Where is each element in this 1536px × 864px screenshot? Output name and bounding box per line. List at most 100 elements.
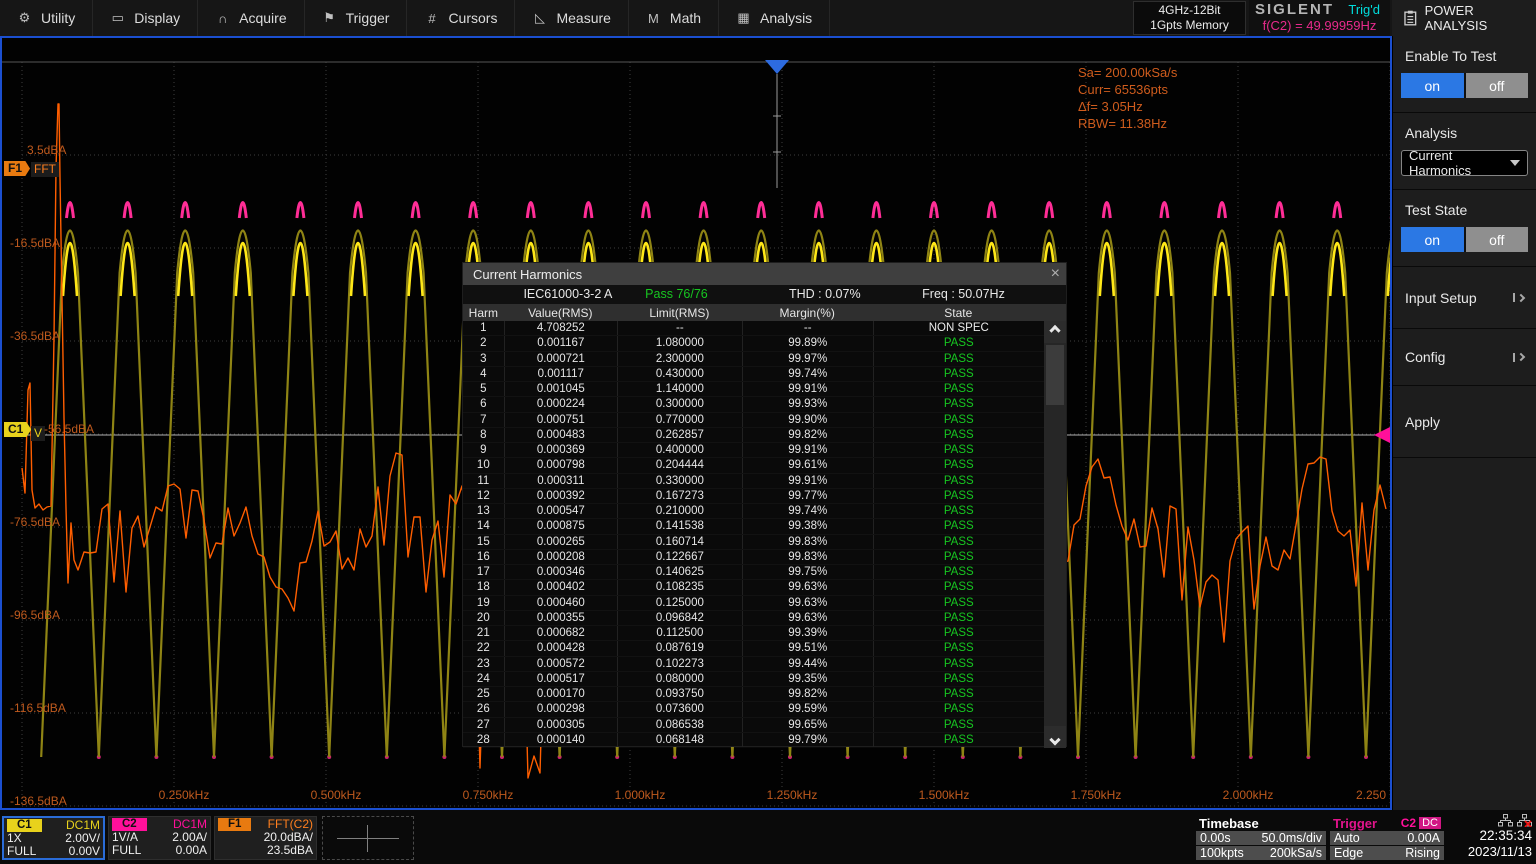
table-row: 240.0005170.08000099.35%PASS <box>463 672 1066 687</box>
menu-item-label: Utility <box>41 10 75 26</box>
brand-block: SIGLENT Trig'd f(C2) = 49.99959Hz <box>1249 0 1390 36</box>
c1-offset: 0.00V <box>69 845 100 858</box>
trigger-coupling-badge: DC <box>1419 817 1441 829</box>
measure-icon: ◺ <box>532 10 547 26</box>
harmonics-window-title: Current Harmonics <box>473 267 582 282</box>
input-setup-button[interactable]: Input Setup <box>1393 267 1536 329</box>
c2-bandwidth: FULL <box>112 844 141 857</box>
table-row: 40.0011170.43000099.74%PASS <box>463 367 1066 382</box>
c1-channel-badge[interactable]: C1 <box>4 422 31 437</box>
trigger-box[interactable]: Trigger C2 DC Auto0.00A EdgeRising <box>1330 816 1444 860</box>
menu-item-utility[interactable]: ⚙Utility <box>0 0 93 36</box>
channel-c2-box[interactable]: C2DC1M 1V/A2.00A/ FULL0.00A <box>108 816 211 860</box>
add-channel-slot[interactable] <box>322 816 414 860</box>
column-header-harm: Harm <box>463 304 504 321</box>
x-axis-label: 0.500kHz <box>311 788 362 802</box>
config-label: Config <box>1405 349 1445 365</box>
menu-item-math[interactable]: M Math <box>629 0 719 36</box>
trigger-slope: Rising <box>1405 846 1440 860</box>
table-row: 230.0005720.10227399.44%PASS <box>463 657 1066 672</box>
table-row: 250.0001700.09375099.82%PASS <box>463 687 1066 702</box>
x-axis-label: 1.250kHz <box>767 788 818 802</box>
table-row: 210.0006820.11250099.39%PASS <box>463 626 1066 641</box>
close-icon[interactable]: × <box>1051 264 1060 284</box>
fft-info-line: Curr= 65536pts <box>1078 81 1177 98</box>
x-axis-label: 1.500kHz <box>919 788 970 802</box>
f1-fft-label: FFT <box>31 162 59 177</box>
acquire-icon: ∩ <box>215 11 230 26</box>
test-state-on-button[interactable]: on <box>1401 227 1464 252</box>
enable-on-button[interactable]: on <box>1401 73 1464 98</box>
bottom-status-bar: C1DC1M 1X2.00V/ FULL0.00V C2 DC1M 1V/A 2.0… <box>0 810 1536 864</box>
config-button[interactable]: Config <box>1393 329 1536 386</box>
y-axis-label: -116.5dBA <box>10 701 66 715</box>
column-header-valuerms: Value(RMS) <box>504 304 617 321</box>
harmonics-summary-row: IEC61000-3-2 A Pass 76/76 THD : 0.07% Fr… <box>463 285 1066 304</box>
fft-info-line: RBW= 11.38Hz <box>1078 115 1177 132</box>
scrollbar-thumb[interactable] <box>1046 345 1064 405</box>
menu-item-acquire[interactable]: ∩Acquire <box>198 0 304 36</box>
harmonics-table-body: 14.708252----NON SPEC20.0011671.08000099… <box>463 321 1066 748</box>
harmonics-scrollbar[interactable] <box>1044 321 1066 748</box>
harmonics-window-titlebar[interactable]: Current Harmonics × <box>463 263 1066 285</box>
clock-box: 22:35:34 2023/11/13 <box>1448 814 1534 862</box>
analysis-icon: ▦ <box>736 10 751 26</box>
c2-level-marker[interactable] <box>1374 427 1390 443</box>
c2-coupling: DC1M <box>173 818 207 831</box>
f1-channel-badge[interactable]: F1 <box>4 161 30 176</box>
timebase-box[interactable]: Timebase 0.00s50.0ms/div 100kpts200kSa/s <box>1196 816 1326 860</box>
channel-c1-box[interactable]: C1DC1M 1X2.00V/ FULL0.00V <box>2 816 105 860</box>
harmonics-column-header: HarmValue(RMS)Limit(RMS)Margin(%)State <box>463 304 1066 321</box>
y-axis-label: -76.5dBA <box>10 515 60 529</box>
crosshair-icon <box>367 825 368 852</box>
table-row: 160.0002080.12266799.83%PASS <box>463 550 1066 565</box>
table-row: 200.0003550.09684299.63%PASS <box>463 611 1066 626</box>
analysis-label: Analysis <box>1401 113 1528 150</box>
menu-item-measure[interactable]: ◺ Measure <box>515 0 628 36</box>
table-row: 120.0003920.16727399.77%PASS <box>463 489 1066 504</box>
scroll-down-button[interactable] <box>1044 726 1066 748</box>
menu-item-trigger[interactable]: ⚑Trigger <box>305 0 408 36</box>
math-icon: M <box>646 11 661 26</box>
power-analysis-panel: Enable To Test on off Analysis Current H… <box>1392 36 1536 810</box>
waveform-display: Sa= 200.00kSa/sCurr= 65536ptsΔf= 3.05HzR… <box>0 36 1392 810</box>
table-row: 70.0007510.77000099.90%PASS <box>463 413 1066 428</box>
menu-item-display[interactable]: ▭Display <box>93 0 198 36</box>
scroll-up-button[interactable] <box>1044 321 1066 343</box>
menu-item-label: Math <box>670 10 701 26</box>
c2-scale: 2.00A/ <box>172 831 207 844</box>
enable-off-button[interactable]: off <box>1466 73 1529 98</box>
menu-item-label: Measure <box>556 10 610 26</box>
submenu-arrow-icon <box>1513 293 1524 302</box>
table-row: 90.0003690.40000099.91%PASS <box>463 443 1066 458</box>
c1-coupling: DC1M <box>66 819 100 832</box>
x-axis-label: 2.250 <box>1356 788 1386 802</box>
table-row: 30.0007212.30000099.97%PASS <box>463 352 1066 367</box>
c2-attenuation: 1V/A <box>112 831 138 844</box>
table-row: 150.0002650.16071499.83%PASS <box>463 535 1066 550</box>
trigger-status: Trig'd <box>1348 2 1386 17</box>
fft-info-block: Sa= 200.00kSa/sCurr= 65536ptsΔf= 3.05HzR… <box>1078 64 1177 132</box>
menu-item-label: Display <box>134 10 180 26</box>
table-row: 170.0003460.14062599.75%PASS <box>463 565 1066 580</box>
date-display: 2023/11/13 <box>1468 844 1532 859</box>
analysis-dropdown[interactable]: Current Harmonics <box>1401 150 1528 176</box>
channel-f1-box[interactable]: F1FFT(C2) 20.0dBA/ 23.5dBA <box>214 816 317 860</box>
table-row: 220.0004280.08761999.51%PASS <box>463 641 1066 656</box>
y-axis-label: -96.5dBA <box>10 608 60 622</box>
column-header-margin: Margin(%) <box>742 304 873 321</box>
test-state-off-button[interactable]: off <box>1466 227 1529 252</box>
table-row: 140.0008750.14153899.38%PASS <box>463 519 1066 534</box>
trigger-position-marker[interactable] <box>765 60 789 188</box>
menu-item-analysis[interactable]: ▦Analysis <box>719 0 830 36</box>
table-row: 270.0003050.08653899.65%PASS <box>463 718 1066 733</box>
thd-value: THD : 0.07% <box>789 287 861 301</box>
c2-badge: C2 <box>112 818 147 831</box>
menu-item-cursors[interactable]: #Cursors <box>407 0 515 36</box>
standard-label: IEC61000-3-2 A <box>523 287 612 301</box>
apply-button[interactable]: Apply <box>1393 386 1536 458</box>
chevron-down-icon <box>1049 734 1060 745</box>
y-axis-label: -16.5dBA <box>10 236 60 250</box>
time-display: 22:35:34 <box>1479 828 1532 844</box>
x-axis-label: 2.000kHz <box>1223 788 1274 802</box>
